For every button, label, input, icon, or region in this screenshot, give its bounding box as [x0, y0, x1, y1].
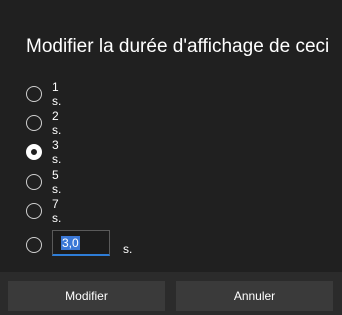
- radio-5s[interactable]: [26, 174, 42, 190]
- option-3s-label: 3 s.: [52, 138, 62, 166]
- option-5s-label: 5 s.: [52, 168, 62, 196]
- cancel-button[interactable]: Annuler: [176, 281, 333, 311]
- option-1s-label: 1 s.: [52, 80, 62, 108]
- dialog-footer: Modifier Annuler: [0, 272, 342, 315]
- option-5s[interactable]: 5 s.: [26, 168, 61, 196]
- dialog-title: Modifier la durée d'affichage de ceci: [26, 36, 330, 57]
- option-2s[interactable]: 2 s.: [26, 109, 61, 137]
- radio-1s[interactable]: [26, 86, 42, 102]
- radio-7s[interactable]: [26, 203, 42, 219]
- custom-duration-unit: s.: [123, 242, 133, 256]
- radio-2s[interactable]: [26, 115, 42, 131]
- modify-button[interactable]: Modifier: [8, 281, 165, 311]
- radio-custom[interactable]: [26, 237, 42, 253]
- radio-3s[interactable]: [26, 144, 42, 160]
- option-7s[interactable]: 7 s.: [26, 197, 61, 225]
- option-3s[interactable]: 3 s.: [26, 138, 61, 166]
- duration-dialog: Modifier la durée d'affichage de ceci 1 …: [0, 0, 342, 315]
- custom-duration-input[interactable]: [52, 230, 110, 256]
- option-custom[interactable]: 3,0 s.: [26, 230, 146, 260]
- option-1s[interactable]: 1 s.: [26, 80, 61, 108]
- option-2s-label: 2 s.: [52, 109, 62, 137]
- option-7s-label: 7 s.: [52, 197, 62, 225]
